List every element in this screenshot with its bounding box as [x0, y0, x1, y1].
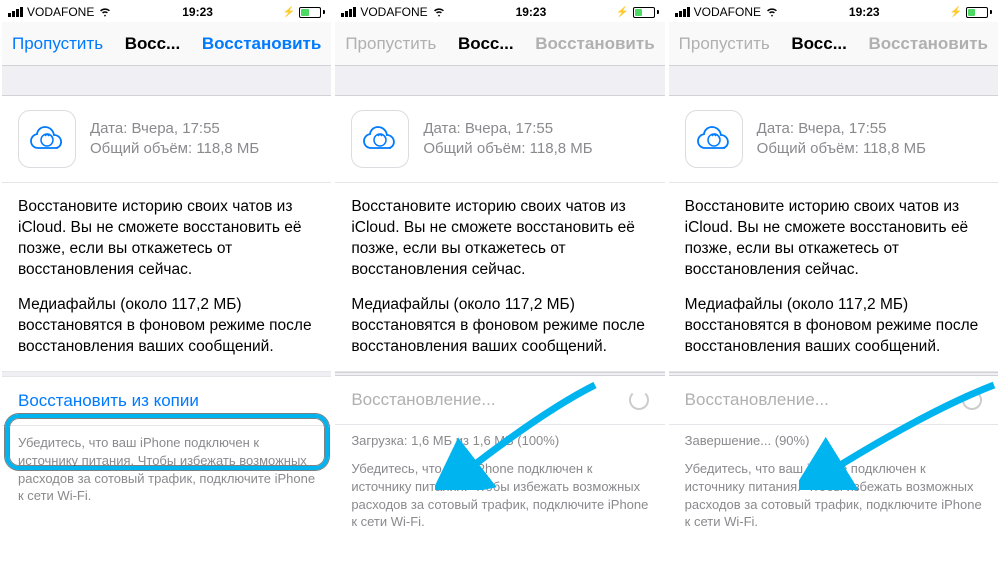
wifi-icon [98, 4, 112, 21]
cellular-signal-icon [675, 7, 690, 17]
body-text: Восстановите историю своих чатов из iClo… [335, 183, 664, 372]
nav-skip-button[interactable]: Пропустить [12, 34, 103, 54]
body-paragraph-1: Восстановите историю своих чатов из iClo… [685, 197, 982, 281]
battery-icon [299, 7, 325, 18]
carrier-label: VODAFONE [360, 5, 427, 19]
nav-restore-button[interactable]: Восстановить [202, 34, 321, 54]
restore-label: Восстановление... [351, 390, 495, 410]
body-text: Восстановите историю своих чатов из iClo… [2, 183, 331, 372]
screen-3: VODAFONE 19:23 ⚡ Пропустить Восс... Восс… [669, 2, 998, 547]
charging-icon: ⚡ [616, 7, 628, 18]
wifi-icon [432, 4, 446, 21]
body-paragraph-1: Восстановите историю своих чатов из iClo… [351, 197, 648, 281]
backup-info-row: Дата: Вчера, 17:55 Общий объём: 118,8 МБ [335, 96, 664, 183]
body-paragraph-1: Восстановите историю своих чатов из iClo… [18, 197, 315, 281]
footer-note: Убедитесь, что ваш iPhone подключен к ис… [669, 452, 998, 546]
battery-icon [633, 7, 659, 18]
restore-progress-row: Восстановление... [669, 376, 998, 425]
status-time: 19:23 [182, 5, 213, 19]
screen-1: VODAFONE 19:23 ⚡ Пропустить Восс... Восс… [2, 2, 331, 547]
nav-bar: Пропустить Восс... Восстановить [669, 22, 998, 66]
icloud-backup-icon [685, 110, 743, 168]
screen-2: VODAFONE 19:23 ⚡ Пропустить Восс... Восс… [335, 2, 664, 547]
backup-date: Дата: Вчера, 17:55 [90, 119, 259, 139]
restore-from-backup-button[interactable]: Восстановить из копии [2, 376, 331, 426]
carrier-label: VODAFONE [694, 5, 761, 19]
download-progress: Загрузка: 1,6 МБ из 1,6 МБ (100%) [335, 425, 664, 452]
status-bar: VODAFONE 19:23 ⚡ [335, 2, 664, 22]
body-text: Восстановите историю своих чатов из iClo… [669, 183, 998, 372]
body-paragraph-2: Медиафайлы (около 117,2 МБ) восстановятс… [18, 295, 315, 358]
spacer [2, 66, 331, 96]
nav-title: Восс... [436, 34, 535, 54]
footer-note: Убедитесь, что ваш iPhone подключен к ис… [2, 426, 331, 520]
spinner-icon [962, 390, 982, 410]
icloud-backup-icon [18, 110, 76, 168]
nav-title: Восс... [103, 34, 202, 54]
wifi-icon [765, 4, 779, 21]
spacer [669, 66, 998, 96]
status-time: 19:23 [516, 5, 547, 19]
backup-size: Общий объём: 118,8 МБ [757, 139, 926, 159]
nav-skip-button: Пропустить [679, 34, 770, 54]
cellular-signal-icon [8, 7, 23, 17]
spinner-icon [629, 390, 649, 410]
spacer [335, 66, 664, 96]
status-bar: VODAFONE 19:23 ⚡ [669, 2, 998, 22]
nav-restore-button: Восстановить [869, 34, 988, 54]
backup-size: Общий объём: 118,8 МБ [90, 139, 259, 159]
charging-icon: ⚡ [950, 7, 962, 18]
charging-icon: ⚡ [283, 7, 295, 18]
carrier-label: VODAFONE [27, 5, 94, 19]
nav-title: Восс... [770, 34, 869, 54]
nav-restore-button: Восстановить [535, 34, 654, 54]
body-paragraph-2: Медиафайлы (около 117,2 МБ) восстановятс… [351, 295, 648, 358]
restore-progress-row: Восстановление... [335, 376, 664, 425]
icloud-backup-icon [351, 110, 409, 168]
backup-info-row: Дата: Вчера, 17:55 Общий объём: 118,8 МБ [669, 96, 998, 183]
backup-size: Общий объём: 118,8 МБ [423, 139, 592, 159]
battery-icon [966, 7, 992, 18]
nav-bar: Пропустить Восс... Восстановить [335, 22, 664, 66]
nav-skip-button: Пропустить [345, 34, 436, 54]
cellular-signal-icon [341, 7, 356, 17]
footer-note: Убедитесь, что ваш iPhone подключен к ис… [335, 452, 664, 546]
backup-info-row: Дата: Вчера, 17:55 Общий объём: 118,8 МБ [2, 96, 331, 183]
backup-date: Дата: Вчера, 17:55 [423, 119, 592, 139]
restore-label: Восстановление... [685, 390, 829, 410]
status-time: 19:23 [849, 5, 880, 19]
body-paragraph-2: Медиафайлы (около 117,2 МБ) восстановятс… [685, 295, 982, 358]
backup-date: Дата: Вчера, 17:55 [757, 119, 926, 139]
status-bar: VODAFONE 19:23 ⚡ [2, 2, 331, 22]
restore-label: Восстановить из копии [18, 391, 199, 411]
nav-bar: Пропустить Восс... Восстановить [2, 22, 331, 66]
completion-progress: Завершение... (90%) [669, 425, 998, 452]
